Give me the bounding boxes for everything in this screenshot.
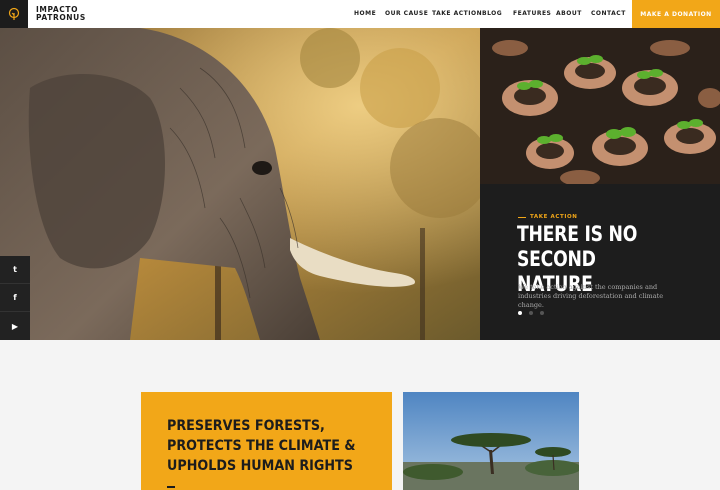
nav-take-action[interactable]: TAKE ACTION <box>432 10 482 17</box>
brand-name[interactable]: IMPACTO PATRONUS <box>36 6 86 22</box>
slider-dot-3[interactable] <box>540 311 544 315</box>
nav-features[interactable]: FEATURES <box>513 10 551 17</box>
hands-seedlings-image <box>480 28 720 184</box>
eyebrow-label: TAKE ACTION <box>530 214 578 220</box>
mission-title-line-3: UPHOLDS HUMAN RIGHTS <box>167 458 353 474</box>
donate-button[interactable]: MAKE A DONATION <box>632 0 720 28</box>
mission-title: PRESERVES FORESTS, PROTECTS THE CLIMATE … <box>167 416 369 476</box>
slider-dot-2[interactable] <box>529 311 533 315</box>
nav-home[interactable]: HOME <box>354 10 376 17</box>
social-sidebar: t f ▶ <box>0 256 30 340</box>
brand-line-2: PATRONUS <box>36 13 86 22</box>
nav-about[interactable]: ABOUT <box>556 10 582 17</box>
nav-contact[interactable]: CONTACT <box>591 10 626 17</box>
site-header: IMPACTO PATRONUS HOME OUR CAUSE TAKE ACT… <box>0 0 720 28</box>
mission-title-line-1: PRESERVES FORESTS, <box>167 418 325 434</box>
tree-icon <box>8 7 20 20</box>
eyebrow-line <box>518 216 526 218</box>
facebook-icon[interactable]: f <box>0 284 30 312</box>
slider-dot-1[interactable] <box>518 311 522 315</box>
acacia-tree-image <box>403 392 579 490</box>
nav-our-cause[interactable]: OUR CAUSE <box>385 10 428 17</box>
hero-description: We take action against the companies and… <box>518 283 664 309</box>
youtube-icon[interactable]: ▶ <box>0 312 30 340</box>
mission-title-line-2: PROTECTS THE CLIMATE & <box>167 438 356 454</box>
hero-title-line-1: THERE IS NO <box>517 222 638 246</box>
logo-mark[interactable] <box>0 0 28 28</box>
mission-underline <box>167 486 175 488</box>
twitter-icon[interactable]: t <box>0 256 30 284</box>
nav-blog[interactable]: BLOG <box>482 10 502 17</box>
slider-dots <box>518 311 544 315</box>
hero-eyebrow: TAKE ACTION <box>518 214 578 220</box>
hero-elephant-image <box>0 28 480 340</box>
